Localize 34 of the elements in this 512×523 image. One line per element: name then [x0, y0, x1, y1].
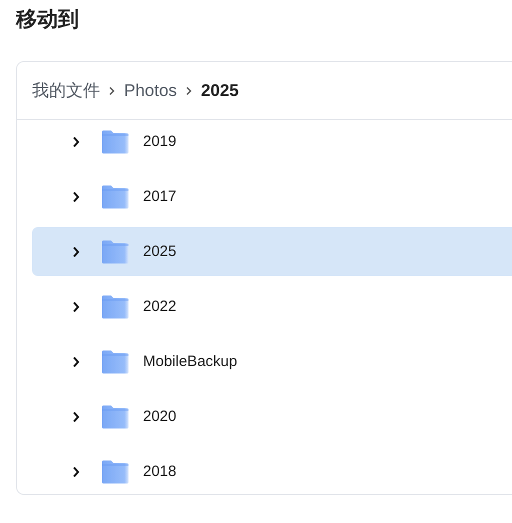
folder-row[interactable]: 2018 — [32, 447, 512, 494]
folder-icon — [101, 130, 129, 154]
expand-chevron-icon[interactable] — [72, 410, 80, 422]
folder-row[interactable]: MobileBackup — [32, 337, 512, 386]
folder-name: 2019 — [143, 133, 176, 150]
folder-icon — [101, 350, 129, 374]
expand-chevron-icon[interactable] — [72, 356, 80, 368]
folder-icon — [101, 404, 129, 428]
folder-row[interactable]: 2020 — [32, 392, 512, 441]
folder-icon — [101, 184, 129, 208]
expand-chevron-icon[interactable] — [72, 466, 80, 478]
expand-chevron-icon[interactable] — [72, 300, 80, 312]
folder-row[interactable]: 2025 — [32, 227, 512, 276]
breadcrumb-link[interactable]: Photos — [124, 80, 177, 100]
breadcrumb-current[interactable]: 2025 — [200, 80, 239, 100]
chevron-icon — [184, 86, 193, 96]
folder-name: 2022 — [143, 298, 176, 315]
folder-icon — [101, 460, 129, 484]
breadcrumb-link[interactable]: 我的文件 — [32, 79, 100, 102]
expand-chevron-icon[interactable] — [72, 190, 80, 202]
folder-row[interactable]: 2022 — [32, 282, 512, 331]
folder-name: MobileBackup — [143, 353, 238, 370]
folder-icon — [101, 240, 129, 264]
dialog-title: 移动到 — [14, 7, 80, 33]
folder-name: 2018 — [143, 463, 176, 480]
folder-name: 2017 — [143, 188, 176, 205]
folder-row[interactable]: 2017 — [32, 172, 512, 221]
folder-row[interactable]: 2019 — [32, 120, 512, 166]
expand-chevron-icon[interactable] — [72, 246, 80, 258]
folder-icon — [101, 294, 129, 318]
chevron-icon — [108, 86, 116, 96]
folder-name: 2020 — [143, 408, 176, 425]
expand-chevron-icon[interactable] — [72, 136, 80, 148]
folder-name: 2025 — [143, 243, 176, 260]
